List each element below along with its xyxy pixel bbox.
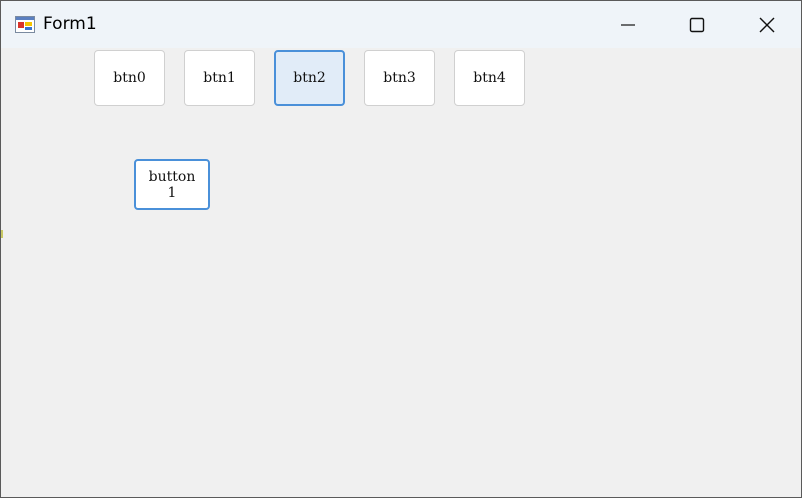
close-icon <box>759 17 775 32</box>
maximize-icon <box>689 17 705 32</box>
form-window: Form1 btn0 btn1 btn2 btn3 btn4 button 1 <box>0 0 802 498</box>
title-bar[interactable]: Form1 <box>1 1 801 48</box>
maximize-button[interactable] <box>662 1 732 48</box>
btn1-button[interactable]: btn1 <box>184 50 255 106</box>
window-title: Form1 <box>43 14 97 34</box>
minimize-icon <box>621 23 635 26</box>
close-button[interactable] <box>732 1 802 48</box>
btn2-button[interactable]: btn2 <box>274 50 345 106</box>
btn4-button[interactable]: btn4 <box>454 50 525 106</box>
app-icon <box>15 16 35 33</box>
btn0-button[interactable]: btn0 <box>94 50 165 106</box>
button1-button[interactable]: button 1 <box>134 159 210 210</box>
edge-marker <box>1 230 3 238</box>
btn3-button[interactable]: btn3 <box>364 50 435 106</box>
minimize-button[interactable] <box>593 1 663 48</box>
